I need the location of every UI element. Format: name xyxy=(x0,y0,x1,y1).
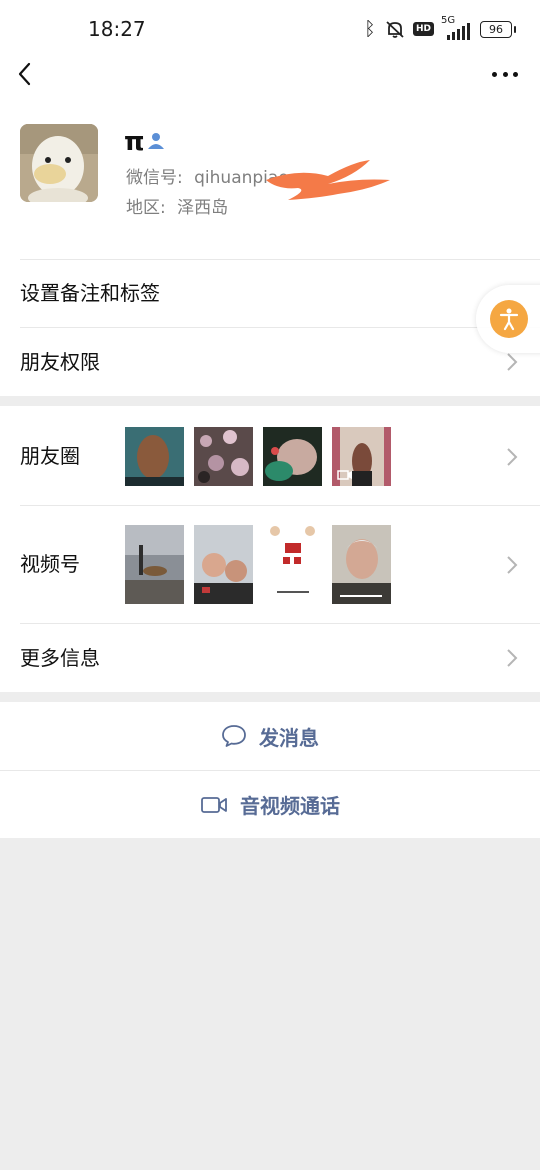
moments-row[interactable]: 朋友圈 xyxy=(0,406,540,505)
section-gap xyxy=(0,396,540,406)
more-info-label: 更多信息 xyxy=(20,646,100,670)
video-camera-icon xyxy=(201,796,227,813)
duck-avatar-image xyxy=(20,124,98,202)
remark-tags-label: 设置备注和标签 xyxy=(20,281,160,305)
moments-label: 朋友圈 xyxy=(20,444,80,468)
more-dots-icon[interactable] xyxy=(492,64,518,84)
friend-permissions-label: 朋友权限 xyxy=(20,350,100,374)
status-time: 18:27 xyxy=(88,17,146,41)
moments-photo xyxy=(194,427,253,486)
channels-label: 视频号 xyxy=(20,552,80,576)
person-icon xyxy=(148,133,164,149)
video-call-button[interactable]: 音视频通话 xyxy=(0,771,540,838)
section-gap xyxy=(0,692,540,702)
chevron-right-icon xyxy=(507,448,518,466)
signal-icon: 5G xyxy=(441,15,473,40)
more-info-row[interactable]: 更多信息 xyxy=(0,624,540,692)
hd-icon: HD xyxy=(412,22,434,36)
accessibility-icon xyxy=(499,308,519,331)
send-message-label: 发消息 xyxy=(259,725,319,750)
battery-level: 96 xyxy=(489,22,503,36)
moments-photo xyxy=(125,427,184,486)
chevron-right-icon xyxy=(507,353,518,371)
friend-permissions-row[interactable]: 朋友权限 xyxy=(0,328,540,395)
channels-video-thumbnail xyxy=(263,525,322,604)
region-label: 地区: xyxy=(126,198,166,218)
channels-video-thumbnail xyxy=(194,525,253,604)
back-arrow-icon[interactable] xyxy=(14,60,38,88)
send-message-button[interactable]: 发消息 xyxy=(0,702,540,770)
status-bar: 18:27 ᛒ HD 5G 96 xyxy=(0,0,540,58)
channels-row[interactable]: 视频号 xyxy=(0,506,540,623)
avatar[interactable] xyxy=(20,124,98,202)
wechat-id-label: 微信号: xyxy=(126,168,183,188)
channels-video-thumbnail xyxy=(125,525,184,604)
channels-video-thumbnail xyxy=(332,525,391,604)
video-call-label: 音视频通话 xyxy=(240,794,340,818)
remark-tags-row[interactable]: 设置备注和标签 xyxy=(0,260,540,327)
bluetooth-icon: ᛒ xyxy=(364,18,376,40)
chat-bubble-icon xyxy=(222,725,246,747)
moments-photo xyxy=(263,427,322,486)
region-value: 泽西岛 xyxy=(177,198,229,218)
chevron-right-icon xyxy=(507,649,518,667)
moments-video-thumbnail xyxy=(332,427,391,486)
contact-name: π xyxy=(124,127,145,157)
status-icons: ᛒ HD 5G 96 xyxy=(363,15,516,42)
chevron-right-icon xyxy=(507,556,518,574)
mute-bell-icon xyxy=(386,21,404,38)
battery-icon: 96 xyxy=(480,20,516,38)
region: 地区: 泽西岛 xyxy=(126,196,228,220)
floating-accessibility-button[interactable] xyxy=(476,285,540,353)
redaction-scribble xyxy=(266,160,390,200)
